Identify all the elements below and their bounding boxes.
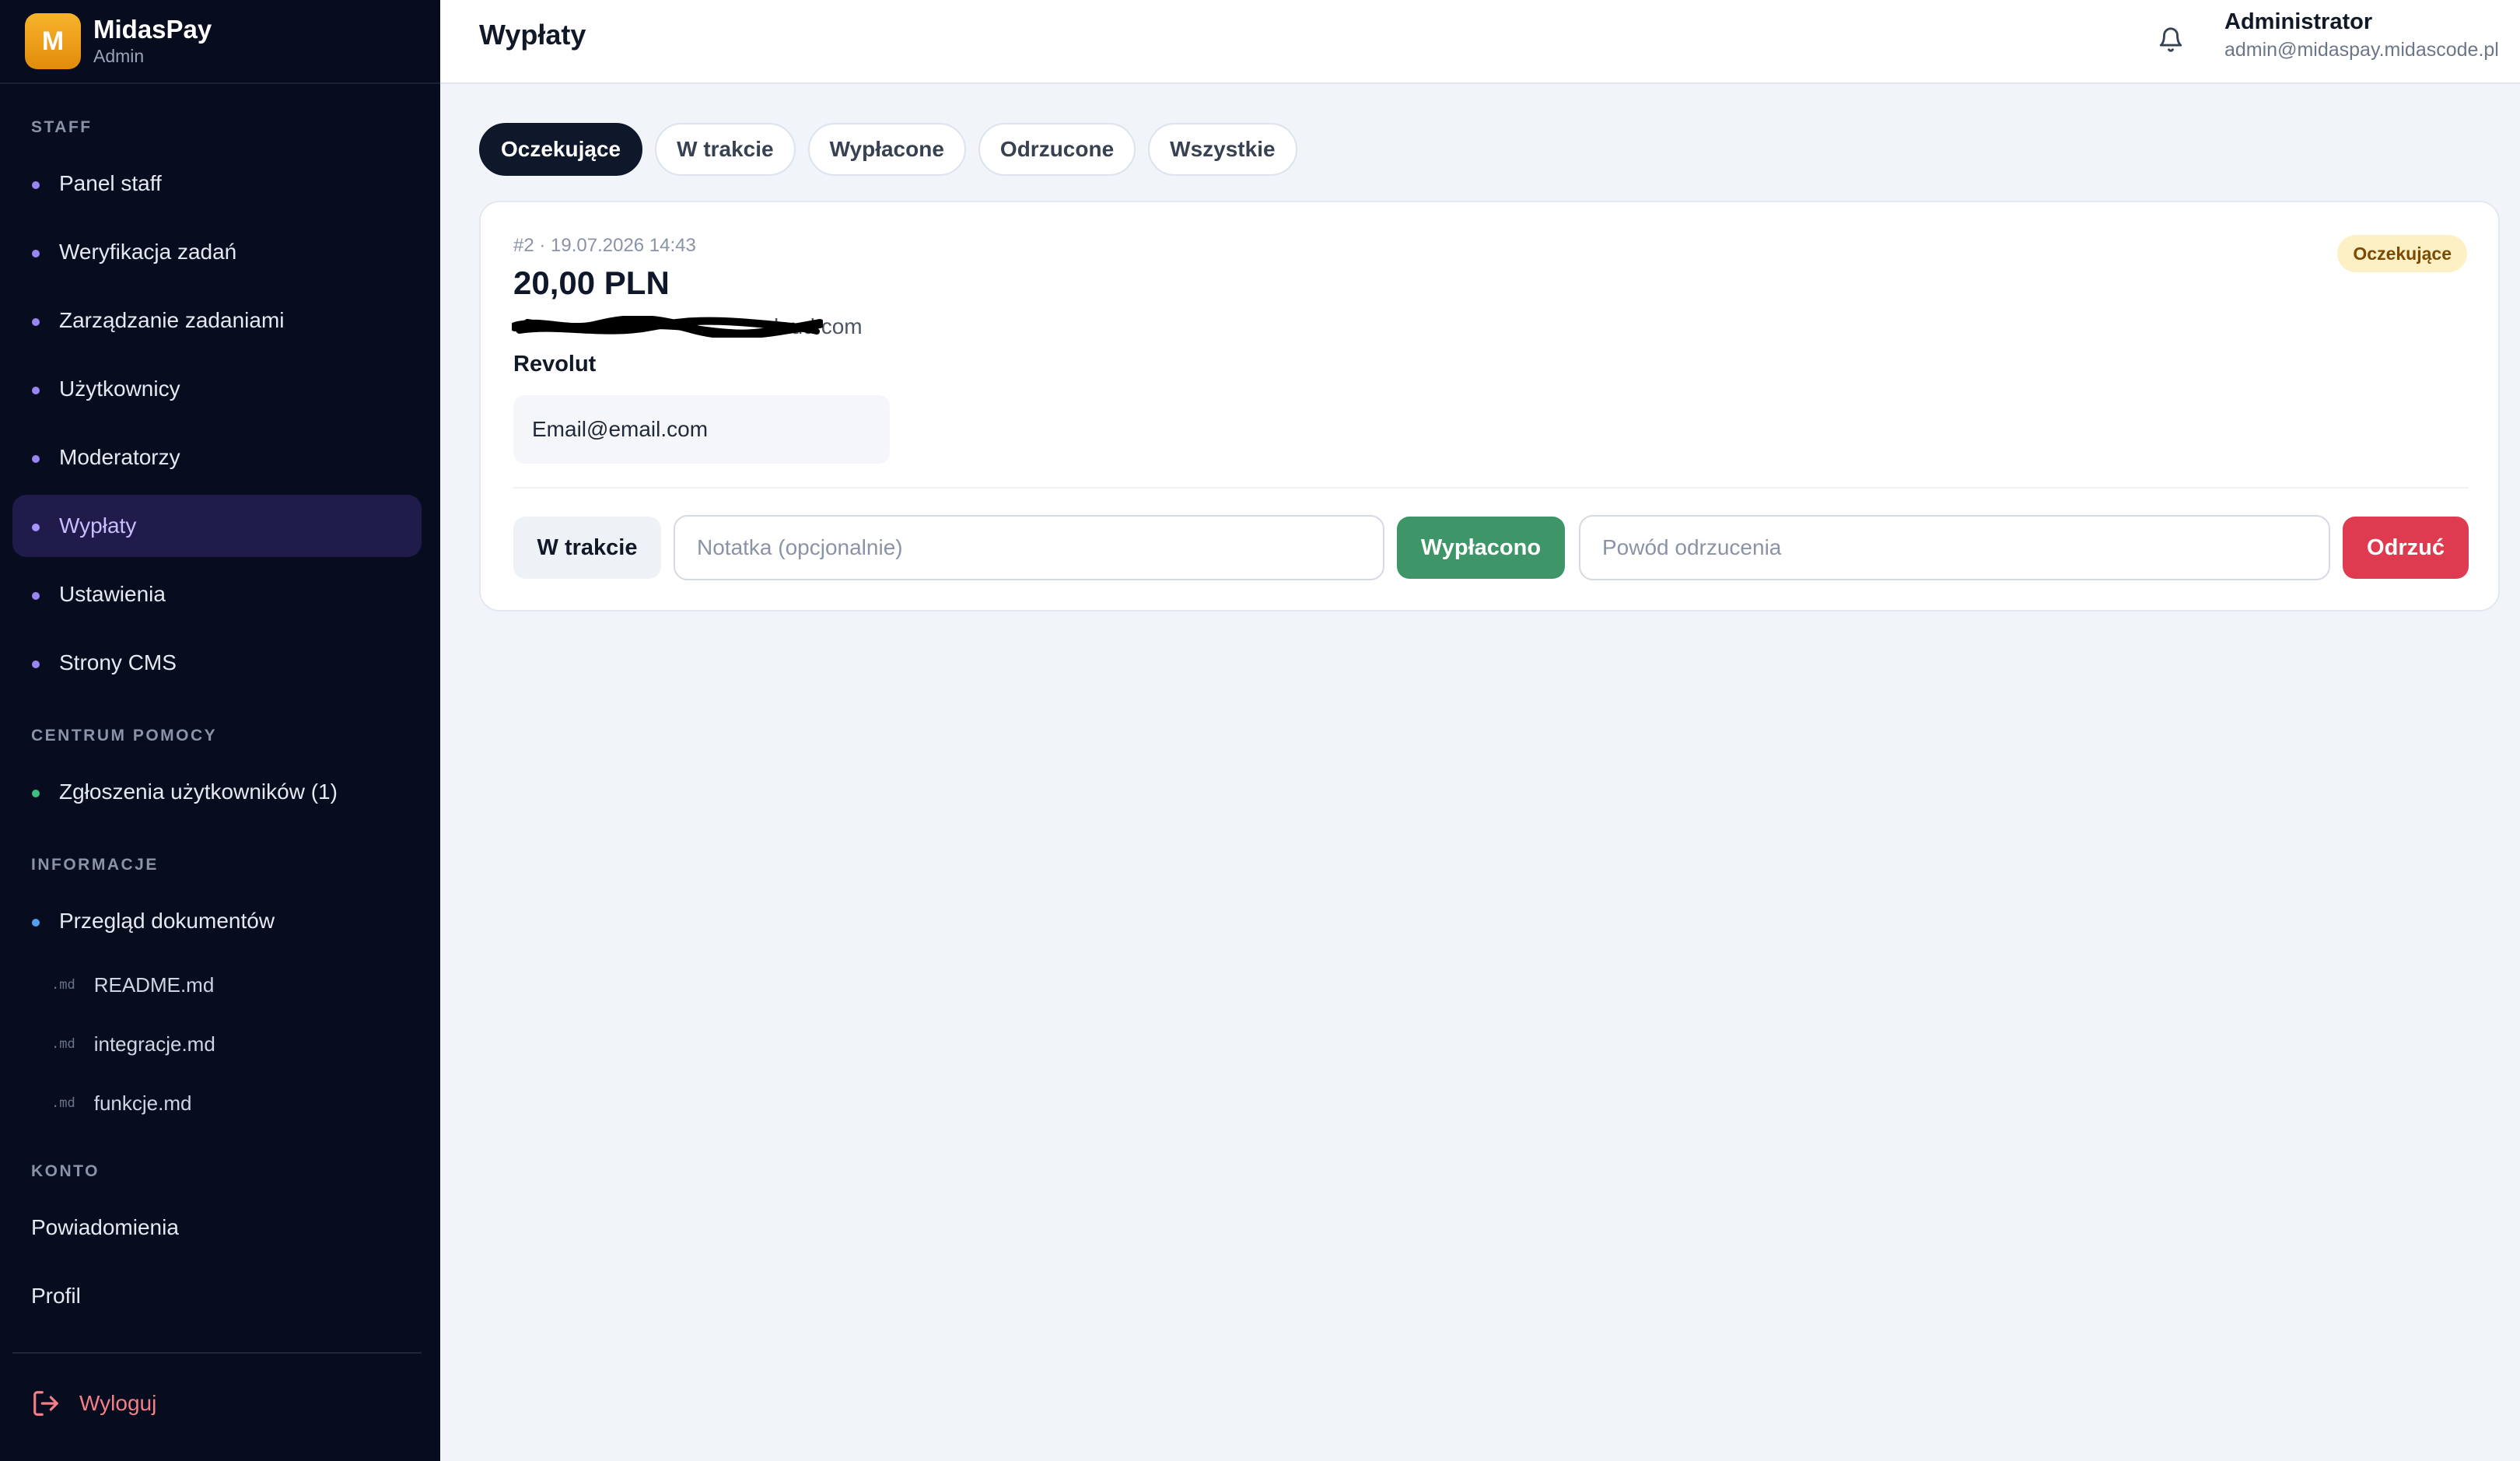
file-ext-label: .md <box>51 1095 75 1111</box>
file-ext-label: .md <box>51 977 75 993</box>
bullet-dot <box>32 455 40 463</box>
sidebar-item-payouts[interactable]: Wypłaty <box>12 495 422 557</box>
user-email: admin@midaspay.midascode.pl <box>2224 39 2499 61</box>
doc-label: integracje.md <box>93 1032 215 1056</box>
sidebar-item-label: Panel staff <box>59 171 162 195</box>
reject-button[interactable]: Odrzuć <box>2343 517 2469 579</box>
doc-label: README.md <box>93 972 215 997</box>
brand-logo: M <box>25 13 81 69</box>
payout-actions: W trakcie Notatka (opcjonalnie) Wypłacon… <box>513 515 2469 580</box>
sidebar-item-label: Użytkownicy <box>59 377 180 401</box>
bullet-dot <box>32 387 40 394</box>
bell-icon <box>2159 27 2182 52</box>
sidebar-item-label: Strony CMS <box>59 650 177 674</box>
user-name[interactable]: Administrator <box>2224 9 2372 35</box>
tab-paid[interactable]: Wypłacone <box>807 123 966 176</box>
tab-pending[interactable]: Oczekujące <box>479 123 643 176</box>
sidebar-item-panel-staff[interactable]: Panel staff <box>12 152 422 215</box>
sidebar-item-label: Wypłaty <box>59 513 137 538</box>
note-input[interactable]: Notatka (opcjonalnie) <box>674 515 1384 580</box>
redaction-scribble <box>512 316 823 338</box>
bullet-dot <box>32 181 40 189</box>
sidebar-item-label: Ustawienia <box>59 582 166 606</box>
brand[interactable]: M MidasPay Admin <box>0 0 440 84</box>
reject-reason-input[interactable]: Powód odrzucenia <box>1579 515 2330 580</box>
page-title: Wypłaty <box>479 19 586 51</box>
section-heading-staff: STAFF <box>31 118 93 136</box>
tab-rejected[interactable]: Odrzucone <box>978 123 1136 176</box>
card-divider <box>513 487 2469 489</box>
sidebar-item-label: Przegląd dokumentów <box>59 909 275 933</box>
sidebar-item-moderators[interactable]: Moderatorzy <box>12 426 422 489</box>
bullet-dot <box>32 660 40 668</box>
logout-label: Wyloguj <box>79 1391 157 1415</box>
doc-item-readme[interactable]: .md README.md <box>51 965 214 1004</box>
payout-account: Email@email.com <box>513 395 890 464</box>
sidebar-item-users[interactable]: Użytkownicy <box>12 358 422 420</box>
sidebar-item-notifications[interactable]: Powiadomienia <box>31 1204 179 1251</box>
sidebar-item-label: Moderatorzy <box>59 445 180 469</box>
sidebar-item-label: Weryfikacja zadań <box>59 240 237 264</box>
bullet-dot <box>32 250 40 258</box>
sidebar-item-settings[interactable]: Ustawienia <box>12 563 422 625</box>
top-bar: Wypłaty Administrator admin@midaspay.mid… <box>440 0 2520 84</box>
payout-user-email: loud.com <box>512 314 887 339</box>
payout-amount: 20,00 PLN <box>513 265 670 301</box>
bullet-dot <box>32 318 40 326</box>
sidebar-item-label: Zgłoszenia użytkowników (1) <box>59 780 338 804</box>
file-ext-label: .md <box>51 1036 75 1052</box>
mark-in-progress-button[interactable]: W trakcie <box>513 517 661 579</box>
doc-item-integracje[interactable]: .md integracje.md <box>51 1025 215 1063</box>
payout-method: Revolut <box>513 352 597 377</box>
sidebar-item-label: Zarządzanie zadaniami <box>59 308 285 332</box>
sidebar-item-documents[interactable]: Przegląd dokumentów <box>12 890 422 952</box>
mark-paid-button[interactable]: Wypłacono <box>1397 517 1565 579</box>
section-heading-info: INFORMACJE <box>31 856 159 874</box>
tab-in-progress[interactable]: W trakcie <box>655 123 796 176</box>
brand-subtitle: Admin <box>93 46 145 66</box>
status-badge: Oczekujące <box>2337 235 2467 272</box>
brand-name: MidasPay <box>93 15 212 44</box>
payout-card: #2 · 19.07.2026 14:43 20,00 PLN loud.com… <box>479 201 2500 611</box>
doc-label: funkcje.md <box>93 1091 192 1115</box>
sidebar-item-task-verification[interactable]: Weryfikacja zadań <box>12 221 422 283</box>
bullet-dot <box>32 919 40 927</box>
tab-all[interactable]: Wszystkie <box>1148 123 1297 176</box>
status-tabs: Oczekujące W trakcie Wypłacone Odrzucone… <box>479 123 1297 176</box>
bullet-dot <box>32 790 40 797</box>
sidebar-divider <box>12 1352 422 1354</box>
bullet-dot <box>32 524 40 531</box>
payout-meta: #2 · 19.07.2026 14:43 <box>513 235 696 256</box>
sidebar-item-profile[interactable]: Profil <box>31 1273 81 1319</box>
sidebar-item-cms-pages[interactable]: Strony CMS <box>12 632 422 694</box>
bullet-dot <box>32 592 40 600</box>
section-heading-help: CENTRUM POMOCY <box>31 727 218 745</box>
doc-item-funkcje[interactable]: .md funkcje.md <box>51 1084 191 1123</box>
logout-button[interactable]: Wyloguj <box>31 1380 156 1427</box>
sidebar-item-task-management[interactable]: Zarządzanie zadaniami <box>12 289 422 352</box>
section-heading-account: KONTO <box>31 1162 100 1180</box>
sidebar: M MidasPay Admin STAFF Panel staff Weryf… <box>0 0 440 1461</box>
notifications-button[interactable] <box>2151 20 2190 59</box>
logout-icon <box>33 1391 58 1416</box>
sidebar-item-user-reports[interactable]: Zgłoszenia użytkowników (1) <box>12 761 422 823</box>
